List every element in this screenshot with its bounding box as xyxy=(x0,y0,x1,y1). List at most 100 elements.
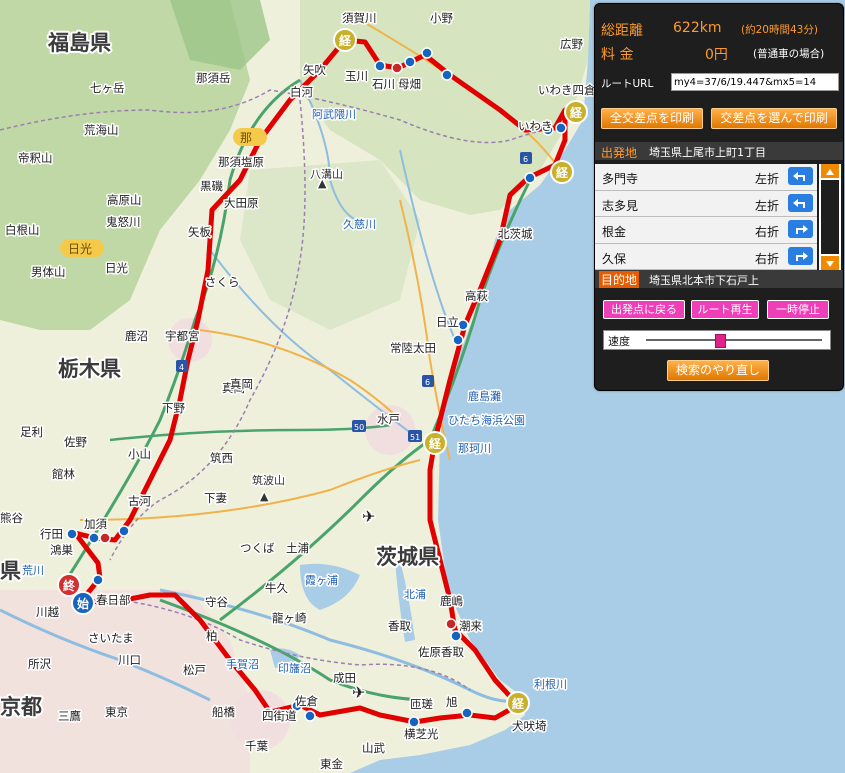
city-label: さいたま xyxy=(88,631,134,645)
city-label: 小山 xyxy=(128,447,151,461)
city-label: 北茨城 xyxy=(498,227,533,241)
url-label: ルートURL xyxy=(601,78,654,90)
turn-left-icon xyxy=(788,193,813,212)
city-label: 東京 xyxy=(105,705,128,719)
city-label: 所沢 xyxy=(28,657,51,671)
city-label: 母畑 xyxy=(398,77,421,91)
print-all-button[interactable]: 全交差点を印刷 xyxy=(601,108,703,129)
city-label: 常陸太田 xyxy=(390,341,436,355)
city-label: 小野 xyxy=(430,11,453,25)
pref-label-ibaraki: 茨城県 xyxy=(376,545,439,569)
city-label: 帝釈山 xyxy=(18,151,53,165)
via-marker[interactable]: 経 xyxy=(506,691,530,715)
turn-list[interactable]: 多門寺 左折 志多見 左折 根金 右折 久保 右折 齋藤 左折 xyxy=(595,164,817,270)
city-label: 水戸 xyxy=(377,412,400,426)
speed-control: 速度 xyxy=(603,330,831,350)
city-label: 荒海山 xyxy=(84,123,119,137)
end-marker[interactable]: 終 xyxy=(57,573,81,597)
pref-label-gunma: 県 xyxy=(0,559,21,583)
svg-text:51: 51 xyxy=(410,433,420,442)
city-label: 三鷹 xyxy=(58,709,81,723)
svg-text:経: 経 xyxy=(512,696,525,711)
via-marker[interactable]: 経 xyxy=(550,160,574,184)
city-label: 龍ヶ崎 xyxy=(272,611,307,625)
turn-list-scrollbar[interactable] xyxy=(819,164,841,270)
route-panel: 総距離 622km (約20時間43分) 料 金 0円 (普通車の場合) ルート… xyxy=(594,3,844,391)
water-label: 那珂川 xyxy=(458,442,491,455)
city-label: 鹿沼 xyxy=(125,329,148,343)
city-label: 佐原香取 xyxy=(418,645,464,659)
svg-text:経: 経 xyxy=(339,33,352,48)
speed-slider-handle[interactable] xyxy=(714,334,726,348)
mountain-label: 八溝山 xyxy=(310,168,343,181)
route-url-field[interactable] xyxy=(671,73,839,91)
city-label: 古河 xyxy=(128,494,151,508)
print-select-button[interactable]: 交差点を選んで印刷 xyxy=(711,108,837,129)
pref-label-tochigi: 栃木県 xyxy=(58,357,121,381)
pref-label-fukushima: 福島県 xyxy=(47,31,111,55)
speed-label: 速度 xyxy=(608,335,630,348)
city-label: 那須塩原 xyxy=(218,155,264,169)
turn-item[interactable]: 久保 右折 xyxy=(595,244,817,270)
back-to-start-button[interactable]: 出発点に戻る xyxy=(603,300,685,319)
city-label: 那須岳 xyxy=(196,71,231,85)
turn-left-icon xyxy=(788,167,813,185)
city-label: 犬吠埼 xyxy=(512,719,547,733)
city-label: 下野 xyxy=(162,401,185,415)
svg-text:6: 6 xyxy=(425,378,430,387)
water-label: 手賀沼 xyxy=(226,657,259,671)
city-label: 七ヶ岳 xyxy=(90,81,125,95)
speed-track[interactable] xyxy=(646,339,822,341)
city-label: 黒磯 xyxy=(200,179,223,193)
mountain-icon: ▲ xyxy=(260,490,269,503)
turn-item[interactable]: 志多見 左折 xyxy=(595,191,817,217)
turn-item[interactable]: 多門寺 左折 xyxy=(595,164,817,191)
turn-name: 久保 xyxy=(602,251,627,266)
city-label: 牛久 xyxy=(265,581,288,595)
via-marker[interactable]: 経 xyxy=(333,28,357,52)
city-label: 柏 xyxy=(206,629,218,643)
turn-name: 根金 xyxy=(602,225,627,239)
route-play-button[interactable]: ルート再生 xyxy=(691,300,759,319)
svg-text:経: 経 xyxy=(570,105,583,120)
scroll-thumb[interactable] xyxy=(821,180,839,254)
svg-text:終: 終 xyxy=(63,578,76,593)
start-marker[interactable]: 始 xyxy=(71,591,95,615)
research-button[interactable]: 検索のやり直し xyxy=(667,360,769,381)
toll-value: 0円 xyxy=(705,47,728,63)
city-label: 旭 xyxy=(446,695,458,709)
city-label: 広野 xyxy=(560,37,583,51)
city-label: 筑西 xyxy=(210,451,233,465)
city-label: 四街道 xyxy=(262,709,297,723)
water-label: 鹿島灘 xyxy=(468,389,501,403)
water-label: 久慈川 xyxy=(343,217,376,231)
city-label: 白根山 xyxy=(5,223,40,237)
city-label: 土浦 xyxy=(286,541,309,555)
airport-icon: ✈ xyxy=(352,683,365,702)
city-label: 玉川 xyxy=(345,69,368,83)
city-label: 矢板 xyxy=(188,225,211,239)
water-label: 阿武隈川 xyxy=(312,108,356,121)
city-label: 横芝光 xyxy=(404,727,439,741)
turn-item[interactable]: 根金 右折 xyxy=(595,217,817,244)
pause-button[interactable]: 一時停止 xyxy=(767,300,829,319)
via-marker[interactable]: 経 xyxy=(564,100,588,124)
svg-text:経: 経 xyxy=(429,436,442,451)
city-label: 守谷 xyxy=(205,595,228,609)
city-label: 真岡 xyxy=(230,377,253,391)
scroll-down-icon[interactable] xyxy=(821,256,839,270)
toll-note: (普通車の場合) xyxy=(753,48,825,60)
svg-text:経: 経 xyxy=(556,165,569,180)
via-marker[interactable]: 経 xyxy=(423,431,447,455)
city-label: 鴻巣 xyxy=(50,543,73,557)
scroll-up-icon[interactable] xyxy=(821,164,839,178)
city-label: 日立 xyxy=(436,315,459,329)
city-label: 白河 xyxy=(290,85,313,99)
start-value: 埼玉県上尾市上町1丁目 xyxy=(649,146,766,159)
distance-row: 総距離 622km (約20時間43分) xyxy=(601,20,837,40)
airport-icon: ✈ xyxy=(362,507,375,526)
turn-direction: 左折 xyxy=(755,198,780,213)
city-label: 山武 xyxy=(362,741,385,755)
city-label: 足利 xyxy=(20,425,43,439)
city-label: 春日部 xyxy=(96,593,131,607)
